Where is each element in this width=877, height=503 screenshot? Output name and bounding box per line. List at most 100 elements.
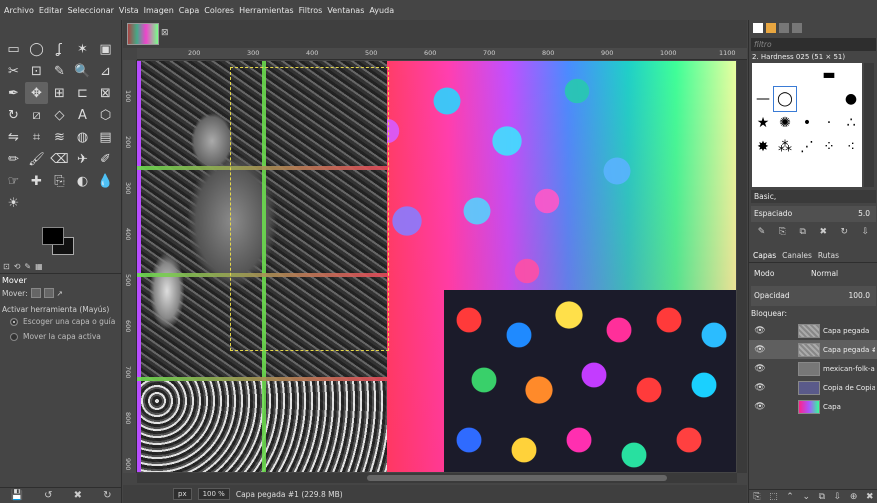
- color-swatches[interactable]: [40, 225, 80, 259]
- brush-preset-item[interactable]: ✺: [774, 111, 796, 135]
- text-icon[interactable]: A: [71, 104, 94, 126]
- smudge-icon[interactable]: ☞: [2, 170, 25, 192]
- refresh-brushes-icon[interactable]: ↻: [841, 227, 849, 241]
- unit-select[interactable]: px: [173, 488, 192, 500]
- paths-icon[interactable]: ✒: [2, 82, 25, 104]
- 3d-transform-icon[interactable]: ⬡: [94, 104, 117, 126]
- ellipse-select-icon[interactable]: ◯: [25, 38, 48, 60]
- move-layer-mode-icon[interactable]: [30, 288, 41, 298]
- lower-layer-icon[interactable]: ⌄: [802, 492, 810, 502]
- zoom-icon[interactable]: 🔍: [71, 60, 94, 82]
- warp-icon[interactable]: ≋: [48, 126, 71, 148]
- cage-icon[interactable]: ⌗: [25, 126, 48, 148]
- menu-filtros[interactable]: Filtros: [299, 6, 323, 15]
- brush-preset-item[interactable]: [796, 87, 818, 111]
- dodge-burn-icon[interactable]: ☀: [2, 192, 25, 214]
- images-tab-icon[interactable]: ▦: [35, 262, 43, 271]
- pencil-icon[interactable]: ✏: [2, 148, 25, 170]
- menu-ventanas[interactable]: Ventanas: [327, 6, 364, 15]
- vertical-scrollbar[interactable]: [737, 60, 747, 473]
- add-mask-icon[interactable]: ⊕: [850, 492, 858, 502]
- radio-move-active-dot[interactable]: [10, 332, 18, 341]
- image-tab-thumbnail[interactable]: [127, 23, 159, 45]
- brushes-tab-icon[interactable]: [753, 23, 763, 33]
- brush-filter-input[interactable]: filtro: [751, 38, 876, 51]
- visibility-eye-icon[interactable]: 👁: [752, 345, 768, 355]
- layer-row[interactable]: 👁 Capa pegada #1: [749, 340, 877, 359]
- undo-history-tab-icon[interactable]: ⟲: [14, 262, 21, 271]
- color-picker-icon[interactable]: ✎: [48, 60, 71, 82]
- horizontal-scrollbar[interactable]: [137, 473, 737, 483]
- move-selection-mode-icon[interactable]: [43, 288, 54, 298]
- measure-icon[interactable]: ⊿: [94, 60, 117, 82]
- rect-select-icon[interactable]: ▭: [2, 38, 25, 60]
- radio-pick-layer[interactable]: Escoger una capa o guía: [10, 317, 115, 326]
- perspective-icon[interactable]: ◇: [48, 104, 71, 126]
- brush-preset-item[interactable]: [818, 87, 840, 111]
- brush-preset-item[interactable]: ⁂: [774, 135, 796, 159]
- mode-select[interactable]: Normal: [811, 269, 838, 278]
- foreground-select-icon[interactable]: ⊡: [25, 60, 48, 82]
- fonts-tab-icon[interactable]: [779, 23, 789, 33]
- magic-wand-icon[interactable]: ✶: [71, 38, 94, 60]
- delete-layer-icon[interactable]: ✖: [866, 492, 874, 502]
- brush-preset-item[interactable]: ⁖: [840, 135, 862, 159]
- crop-icon[interactable]: ⊏: [71, 82, 94, 104]
- brush-preset-item[interactable]: ◯: [773, 86, 797, 112]
- color-select-icon[interactable]: ▣: [94, 38, 117, 60]
- brush-preset-item[interactable]: ⋰: [796, 135, 818, 159]
- tab-capas[interactable]: Capas: [753, 251, 776, 260]
- edit-brush-icon[interactable]: ✎: [758, 227, 766, 241]
- shear-icon[interactable]: ⧄: [25, 104, 48, 126]
- eraser-icon[interactable]: ⌫: [48, 148, 71, 170]
- gradient-icon[interactable]: ▤: [94, 126, 117, 148]
- radio-move-active[interactable]: Mover la capa activa: [10, 332, 101, 341]
- menu-herramientas[interactable]: Herramientas: [239, 6, 294, 15]
- layer-row[interactable]: 👁 Capa: [749, 397, 877, 416]
- airbrush-icon[interactable]: ✈: [71, 148, 94, 170]
- duplicate-brush-icon[interactable]: ⧉: [800, 227, 806, 241]
- opacity-value[interactable]: 100.0: [849, 291, 870, 300]
- menu-imagen[interactable]: Imagen: [144, 6, 174, 15]
- save-options-icon[interactable]: 💾: [11, 490, 23, 501]
- delete-brush-icon[interactable]: ✖: [819, 227, 827, 241]
- tab-canales[interactable]: Canales: [782, 251, 812, 260]
- menu-colores[interactable]: Colores: [204, 6, 234, 15]
- brush-preset-item[interactable]: [840, 63, 862, 87]
- brush-preset-item[interactable]: ★: [752, 111, 774, 135]
- brushes-tab-icon[interactable]: ✎: [24, 262, 31, 271]
- layer-name[interactable]: Capa: [823, 403, 875, 411]
- menu-ayuda[interactable]: Ayuda: [369, 6, 394, 15]
- patterns-tab-icon[interactable]: [766, 23, 776, 33]
- visibility-eye-icon[interactable]: 👁: [752, 402, 768, 412]
- delete-options-icon[interactable]: ✖: [74, 490, 82, 501]
- layer-row[interactable]: 👁 Copia de Copia de: [749, 378, 877, 397]
- zoom-select[interactable]: 100 %: [197, 488, 230, 500]
- reset-options-icon[interactable]: ↻: [103, 490, 111, 501]
- move-icon[interactable]: ✥: [25, 82, 48, 104]
- selection-marquee[interactable]: [230, 67, 389, 351]
- menu-capa[interactable]: Capa: [179, 6, 199, 15]
- image-tab-close-icon[interactable]: ⊠: [161, 28, 169, 38]
- new-brush-icon[interactable]: ⎘: [779, 227, 786, 241]
- spacing-field[interactable]: Espaciado 5.0: [751, 206, 876, 222]
- align-icon[interactable]: ⊞: [48, 82, 71, 104]
- foreground-color[interactable]: [42, 227, 64, 245]
- tab-rutas[interactable]: Rutas: [818, 251, 839, 260]
- flip-icon[interactable]: ⇋: [2, 126, 25, 148]
- layer-name[interactable]: Capa pegada #1: [823, 346, 875, 354]
- raise-layer-icon[interactable]: ⌃: [786, 492, 794, 502]
- menu-vista[interactable]: Vista: [119, 6, 139, 15]
- visibility-eye-icon[interactable]: 👁: [752, 383, 768, 393]
- horizontal-scroll-knob[interactable]: [367, 475, 667, 481]
- export-brush-icon[interactable]: ⇩: [862, 227, 870, 241]
- visibility-eye-icon[interactable]: 👁: [752, 326, 768, 336]
- blur-icon[interactable]: 💧: [94, 170, 117, 192]
- dodge-icon[interactable]: ◐: [71, 170, 94, 192]
- menu-archivo[interactable]: Archivo: [4, 6, 34, 15]
- merge-down-icon[interactable]: ⇩: [834, 492, 842, 502]
- layer-row[interactable]: 👁 mexican-folk-arts: [749, 359, 877, 378]
- brush-preset-item[interactable]: —: [752, 87, 774, 111]
- brush-preset-item[interactable]: ∴: [840, 111, 862, 135]
- opacity-field[interactable]: Opacidad 100.0: [751, 286, 876, 306]
